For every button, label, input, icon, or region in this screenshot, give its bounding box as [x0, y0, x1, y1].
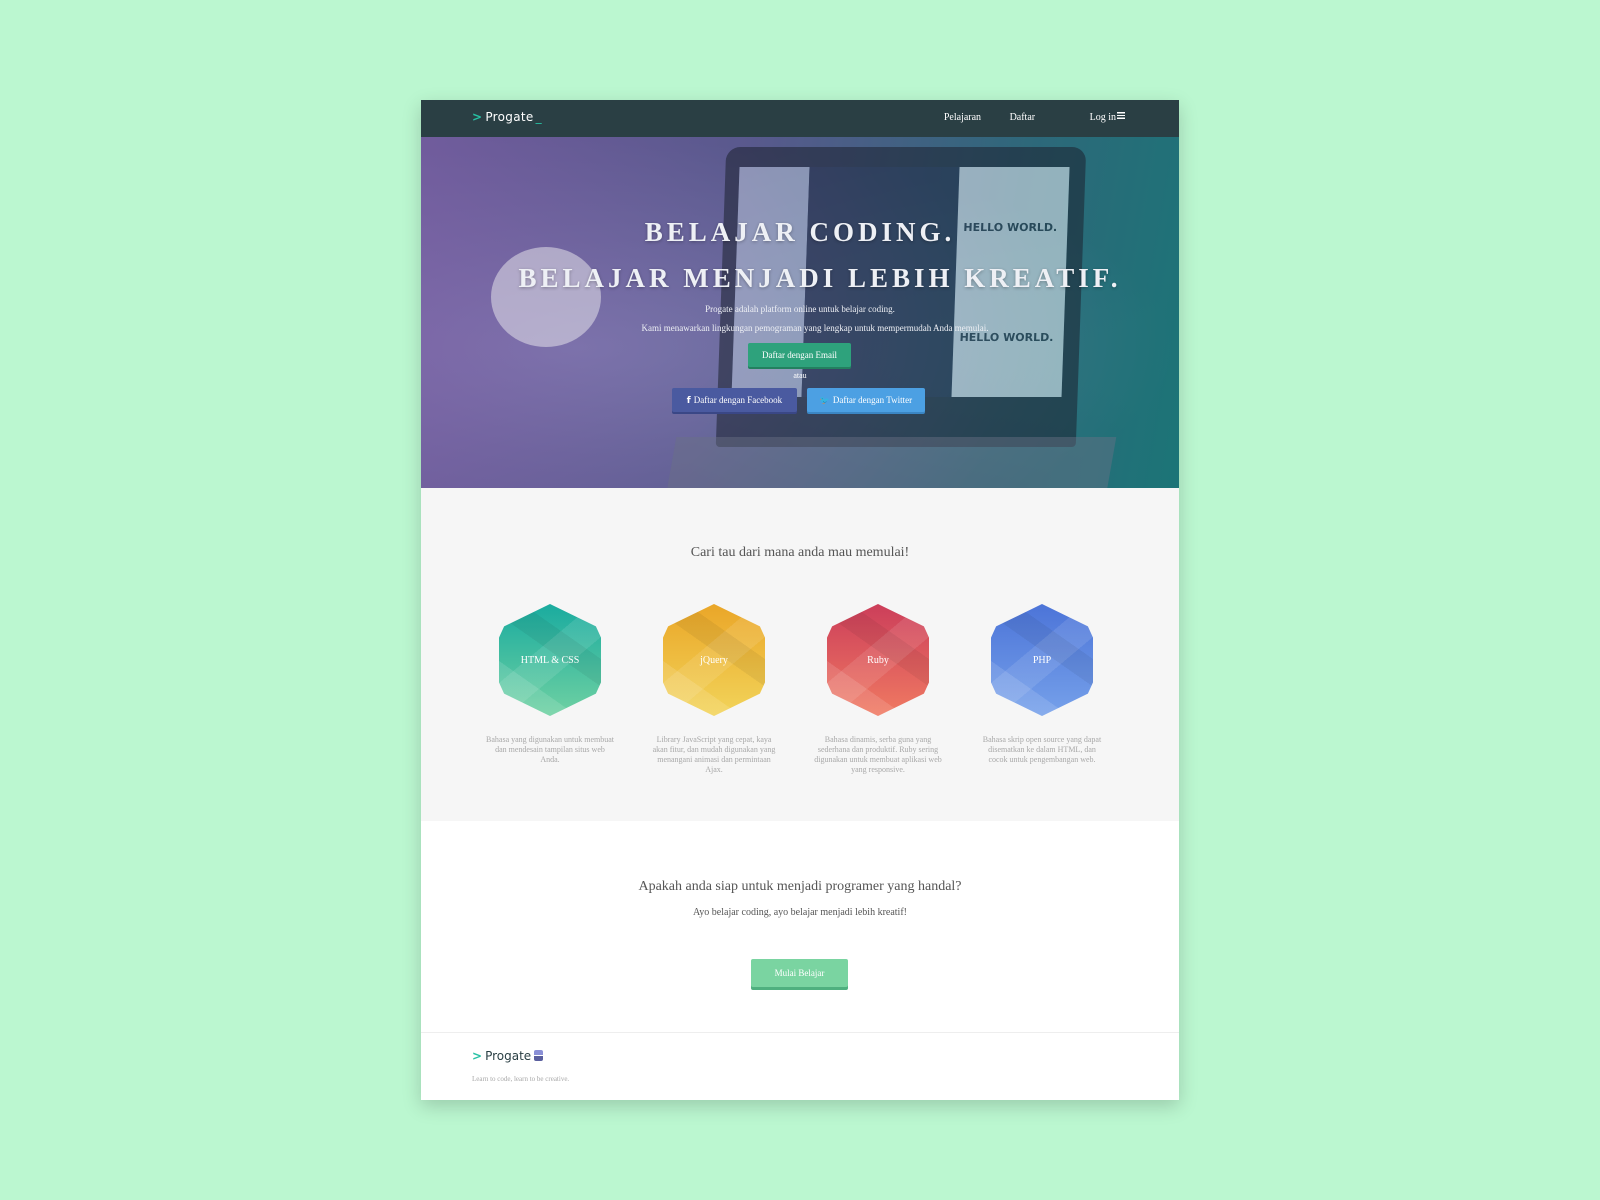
footer-logo-text: Progate — [485, 1049, 532, 1063]
signup-facebook-label: Daftar dengan Facebook — [693, 395, 783, 405]
course-title: HTML & CSS — [520, 654, 580, 666]
course-card-ruby: Ruby Bahasa dinamis, serba guna yang sed… — [803, 604, 953, 775]
courses-section: Cari tau dari mana anda mau memulai! HTM… — [421, 488, 1179, 821]
nav-link-daftar[interactable]: Daftar — [1010, 112, 1036, 123]
nav-link-pelajaran[interactable]: Pelajaran — [944, 112, 981, 123]
facebook-icon: f — [686, 396, 691, 406]
course-hexagon-jquery[interactable]: jQuery — [663, 604, 765, 716]
keyboard-photo-element — [665, 437, 1117, 488]
logo-chevron-icon: > — [472, 1049, 483, 1063]
logo-cursor: _ — [535, 110, 542, 124]
course-title: Ruby — [867, 654, 889, 666]
logo-text: Progate — [485, 110, 534, 124]
twitter-bird-icon: 🐦 — [819, 396, 830, 405]
hero-title-line1: BELAJAR CODING. — [644, 217, 956, 247]
course-hexagon-ruby[interactable]: Ruby — [827, 604, 929, 716]
nav-link-login-label: Log in — [1089, 112, 1116, 123]
top-navbar: > Progate _ Pelajaran Daftar Log in — [421, 100, 1179, 137]
footer-logo[interactable]: > Progate — [472, 1049, 544, 1063]
start-learning-button[interactable]: Mulai Belajar — [751, 959, 848, 987]
signup-email-button[interactable]: Daftar dengan Email — [748, 343, 851, 367]
signup-twitter-label: Daftar dengan Twitter — [832, 395, 913, 405]
course-title: PHP — [1032, 654, 1052, 666]
or-separator: atau — [793, 371, 807, 380]
signup-facebook-button[interactable]: f Daftar dengan Facebook — [672, 388, 797, 412]
hero-title-line2: BELAJAR MENJADI LEBIH KREATIF. — [518, 263, 1122, 293]
footer-tagline: Learn to code, learn to be creative. — [472, 1075, 570, 1083]
robot-mascot-icon — [534, 1050, 544, 1061]
nav-link-login[interactable]: Log in — [1064, 112, 1125, 123]
hero-section: HELLO WORLD. HELLO WORLD. BELAJAR CODING… — [421, 137, 1179, 488]
progate-logo[interactable]: > Progate _ — [472, 110, 542, 124]
hero-subtitle-line2: Kami menawarkan lingkungan pemograman ya… — [641, 323, 989, 333]
cta-title: Apakah anda siap untuk menjadi programer… — [638, 879, 962, 894]
hero-subtitle-line1: Progate adalah platform online untuk bel… — [705, 304, 895, 314]
course-description: Bahasa dinamis, serba guna yang sederhan… — [814, 735, 942, 774]
course-card-html-css: HTML & CSS Bahasa yang digunakan untuk m… — [475, 604, 625, 765]
course-card-jquery: jQuery Library JavaScript yang cepat, ka… — [639, 604, 789, 775]
browser-page: > Progate _ Pelajaran Daftar Log in HELLO … — [421, 100, 1179, 1100]
course-description: Bahasa yang digunakan untuk membuat dan … — [486, 735, 614, 764]
course-description: Library JavaScript yang cepat, kaya akan… — [652, 735, 776, 774]
course-hexagon-html-css[interactable]: HTML & CSS — [499, 604, 601, 716]
courses-heading: Cari tau dari mana anda mau memulai! — [690, 545, 910, 560]
nav-links: Pelajaran Daftar Log in — [918, 112, 1125, 123]
cta-subtitle: Ayo belajar coding, ayo belajar menjadi … — [693, 907, 907, 918]
footer: > Progate Learn to code, learn to be crea… — [421, 1032, 1179, 1100]
course-description: Bahasa skrip open source yang dapat dise… — [982, 735, 1102, 764]
course-hexagon-php[interactable]: PHP — [991, 604, 1093, 716]
hamburger-menu-icon[interactable] — [1117, 112, 1125, 119]
logo-chevron-icon: > — [472, 110, 483, 124]
signup-twitter-button[interactable]: 🐦 Daftar dengan Twitter — [807, 388, 925, 412]
course-card-php: PHP Bahasa skrip open source yang dapat … — [967, 604, 1117, 765]
course-title: jQuery — [700, 654, 728, 666]
